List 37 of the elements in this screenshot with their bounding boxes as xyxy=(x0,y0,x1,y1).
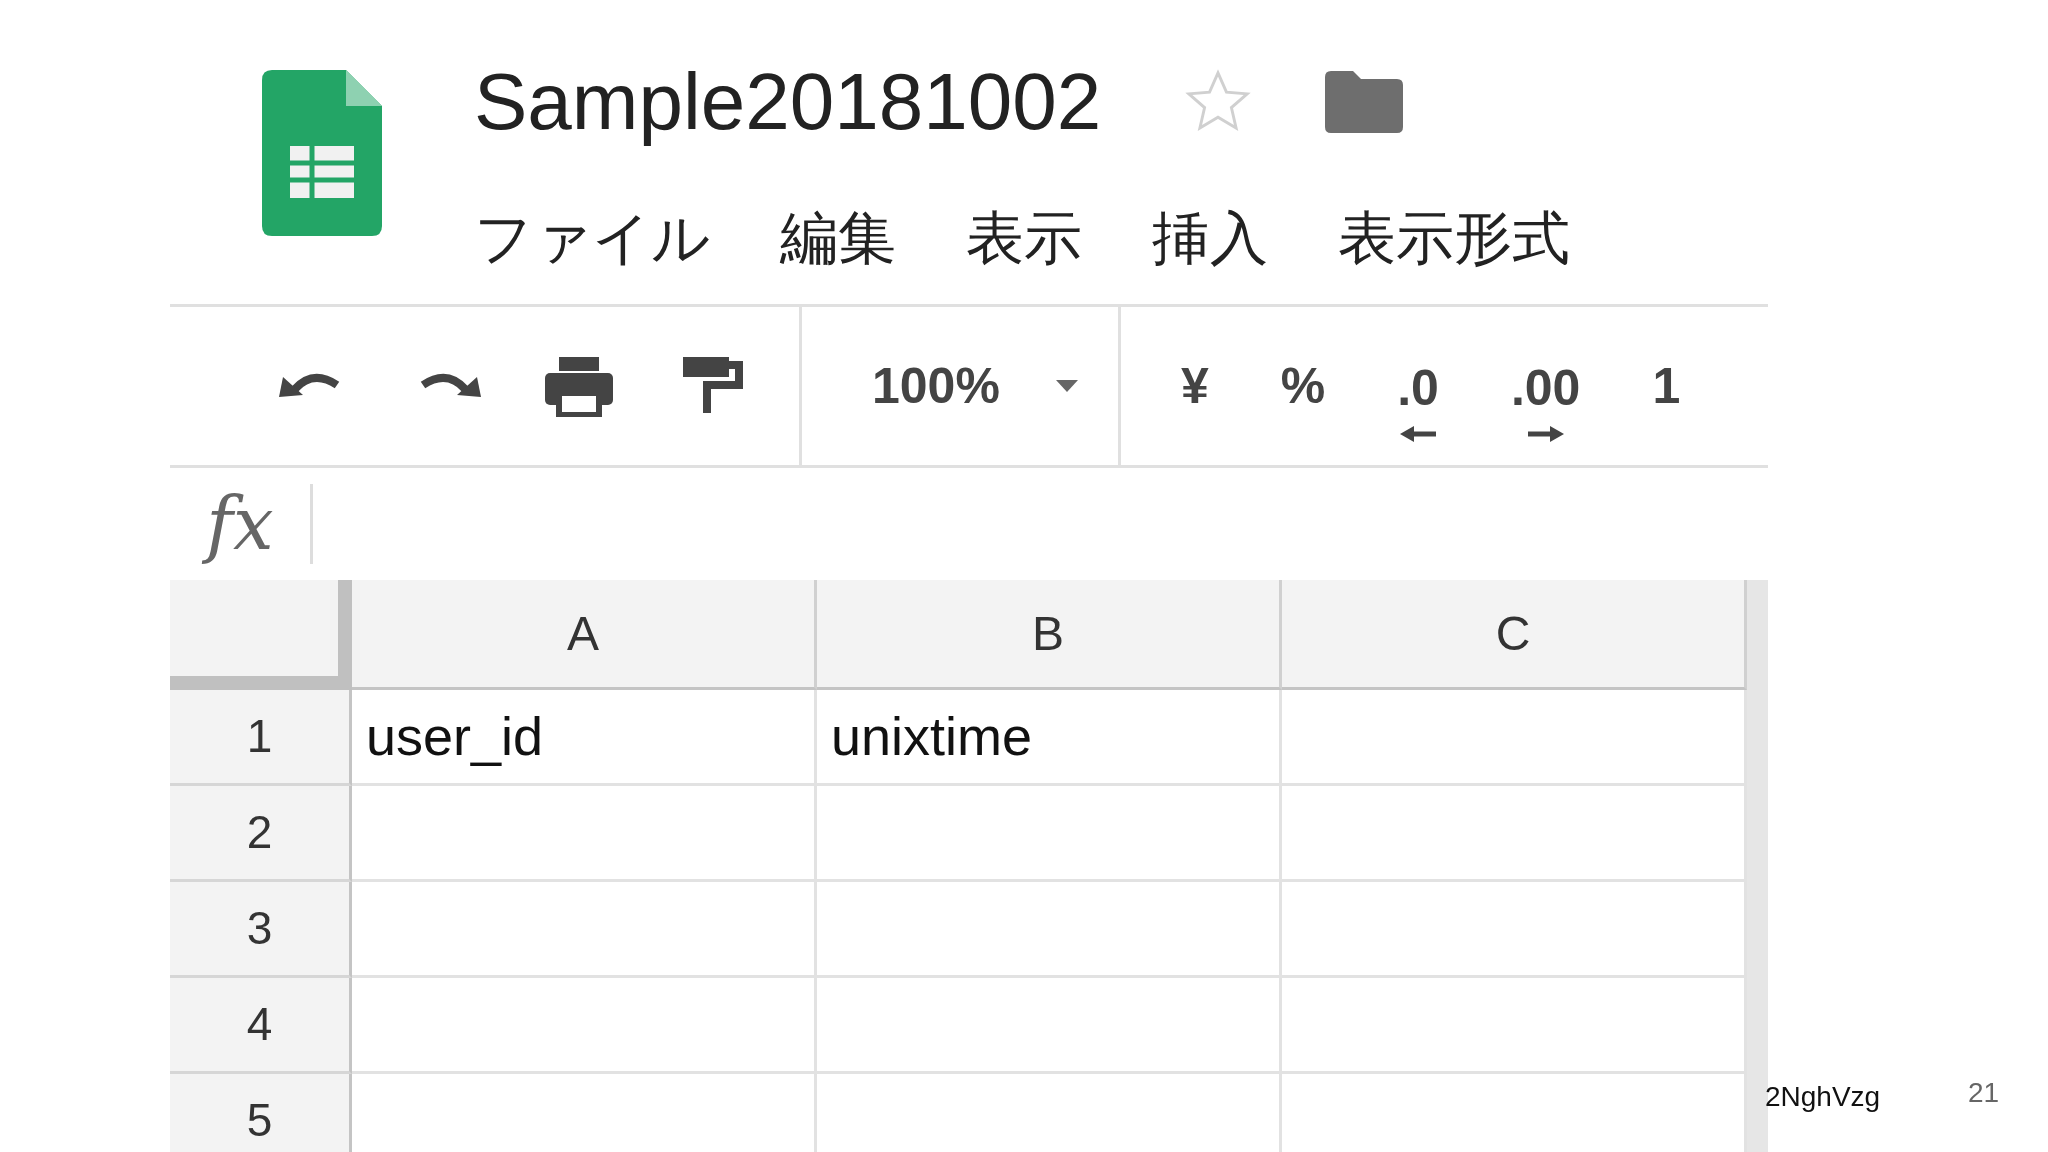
menu-item[interactable]: 表示形式 xyxy=(1338,194,1570,281)
menu-item[interactable]: 挿入 xyxy=(1152,194,1268,281)
format-button[interactable]: .0 xyxy=(1397,350,1439,442)
table-cell[interactable]: user_id xyxy=(352,690,817,786)
formula-label: fx xyxy=(170,470,310,578)
caret-icon xyxy=(1055,380,1078,392)
table-cell[interactable] xyxy=(352,882,817,978)
table-cell[interactable] xyxy=(817,978,1282,1074)
right-arrow-icon xyxy=(1527,425,1564,442)
menu-item[interactable]: ファイル xyxy=(474,194,710,281)
row-header[interactable]: 3 xyxy=(170,882,352,978)
column-header[interactable]: B xyxy=(817,580,1282,690)
left-arrow-icon xyxy=(1400,425,1436,442)
row-header[interactable]: 4 xyxy=(170,978,352,1074)
menu-item[interactable]: 表示 xyxy=(966,194,1082,281)
page-number: 21 xyxy=(1968,1076,2000,1110)
table-cell[interactable] xyxy=(352,786,817,882)
row-header[interactable]: 5 xyxy=(170,1074,352,1152)
column-header[interactable]: A xyxy=(352,580,817,690)
folder-icon[interactable] xyxy=(1325,71,1404,133)
slide-code: 2NghVzg xyxy=(1765,1080,1881,1114)
row-header[interactable]: 2 xyxy=(170,786,352,882)
table-cell[interactable] xyxy=(817,786,1282,882)
print-icon[interactable] xyxy=(543,355,615,417)
format-button[interactable]: ¥ xyxy=(1180,348,1209,424)
menu-item[interactable]: 編集 xyxy=(780,194,896,281)
table-cell[interactable] xyxy=(352,978,817,1074)
column-header[interactable]: C xyxy=(1282,580,1747,690)
table-cell[interactable]: unixtime xyxy=(817,690,1282,786)
zoom-dropdown[interactable]: 100% xyxy=(872,348,1078,424)
select-all-corner[interactable] xyxy=(170,580,352,690)
format-button[interactable]: 1 xyxy=(1652,348,1681,424)
format-button[interactable]: .00 xyxy=(1510,350,1581,442)
format-button[interactable]: % xyxy=(1280,348,1326,424)
table-cell[interactable] xyxy=(817,882,1282,978)
row-header[interactable]: 1 xyxy=(170,690,352,786)
spreadsheet-logo-icon[interactable] xyxy=(262,70,382,236)
